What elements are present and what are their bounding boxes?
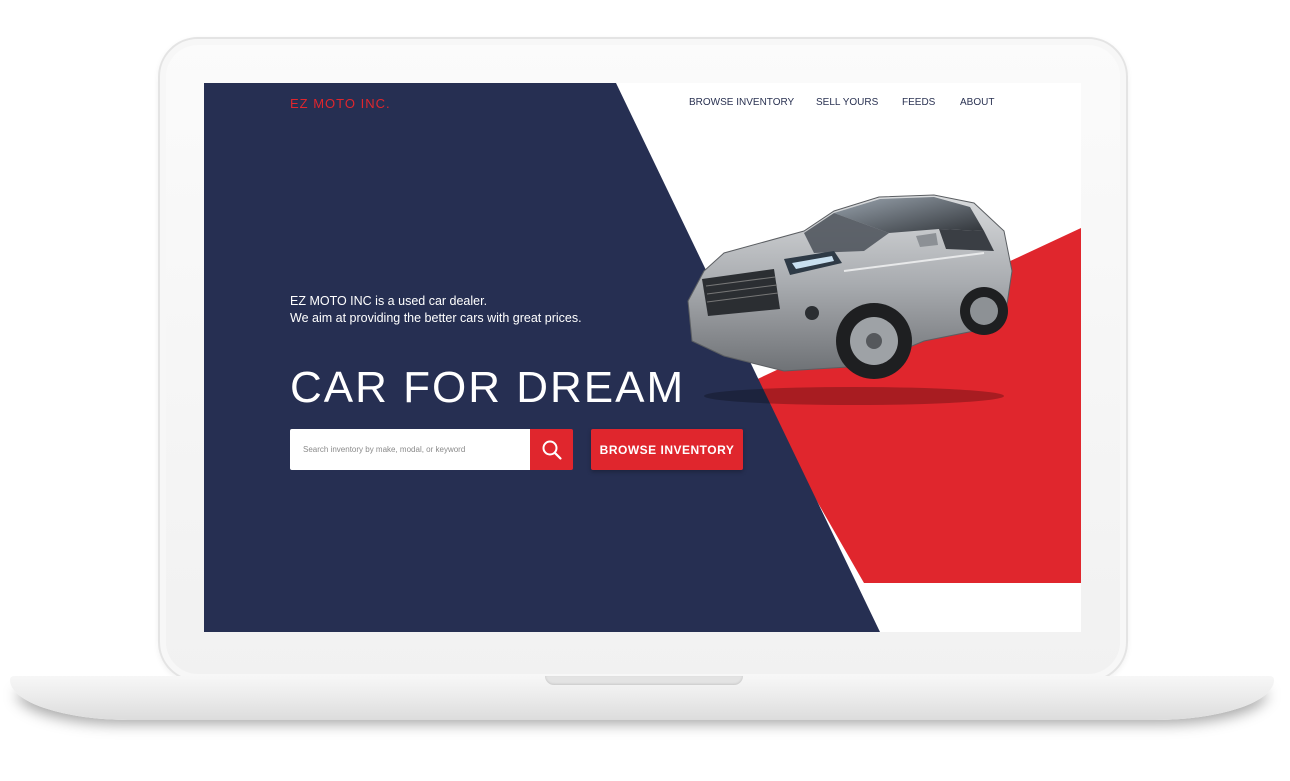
car-image [687, 194, 1013, 405]
search-icon [542, 440, 562, 460]
search-button[interactable] [530, 429, 573, 470]
nav-sell-yours[interactable]: SELL YOURS [816, 97, 878, 108]
browse-inventory-button[interactable]: BROWSE INVENTORY [591, 429, 743, 470]
tagline-line-1: EZ MOTO INC is a used car dealer. [290, 294, 488, 308]
main-nav: BROWSE INVENTORY SELL YOURS FEEDS ABOUT [204, 97, 1081, 113]
nav-about[interactable]: ABOUT [960, 97, 994, 108]
website-screen: EZ MOTO INC. BROWSE INVENTORY SELL YOURS… [204, 83, 1081, 632]
nav-feeds[interactable]: FEEDS [902, 97, 935, 108]
tagline-line-2: We aim at providing the better cars with… [290, 311, 582, 325]
search-input[interactable] [290, 429, 530, 470]
nav-browse-inventory[interactable]: BROWSE INVENTORY [689, 97, 794, 108]
hero-title: CAR FOR DREAM [290, 363, 686, 412]
hero-tagline: EZ MOTO INC is a used car dealer. We aim… [290, 293, 582, 327]
laptop-notch [545, 676, 743, 685]
